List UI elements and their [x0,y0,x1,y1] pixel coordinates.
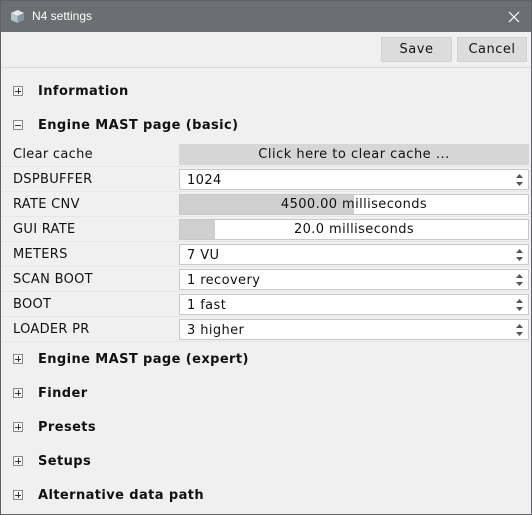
expand-icon[interactable] [13,490,23,500]
slider-value: 20.0 milliseconds [293,222,415,237]
setting-row-boot: BOOT 1 fast [1,292,531,317]
section-presets[interactable]: Presets [1,412,531,442]
boot-select[interactable]: 1 fast [179,294,529,315]
toolbar: Save Cancel [1,32,531,68]
setting-label: METERS [13,247,68,262]
setting-row-scan-boot: SCAN BOOT 1 recovery [1,267,531,292]
spinner-arrows-icon [516,249,523,261]
cube-icon [11,10,24,23]
meters-select[interactable]: 7 VU [179,244,529,265]
dspbuffer-select[interactable]: 1024 [179,169,529,190]
section-label: Engine MAST page (expert) [38,351,249,367]
spinner-arrows-icon [516,174,523,186]
expand-icon[interactable] [13,456,23,466]
setting-row-loader-pr: LOADER PR 3 higher [1,317,531,342]
setting-row-clear-cache: Clear cache Click here to clear cache ..… [1,142,531,167]
section-label: Engine MAST page (basic) [38,117,239,133]
spinner-arrows-icon [516,274,523,286]
section-label: Information [38,83,129,99]
select-value: 3 higher [187,323,245,338]
settings-window: N4 settings Save Cancel Information Engi… [0,0,532,515]
setting-label: SCAN BOOT [13,272,93,287]
select-value: 1 fast [187,298,227,313]
close-icon [508,11,520,22]
save-button[interactable]: Save [381,37,452,62]
title-bar[interactable]: N4 settings [1,1,531,32]
slider-value: 4500.00 milliseconds [280,197,428,212]
window-title: N4 settings [32,9,93,23]
cancel-button[interactable]: Cancel [457,37,527,62]
rate-cnv-slider[interactable]: 4500.00 milliseconds [179,194,529,215]
spinner-arrows-icon [516,324,523,336]
section-label: Alternative data path [38,487,205,503]
setting-label: DSPBUFFER [13,172,93,187]
scan-boot-select[interactable]: 1 recovery [179,269,529,290]
collapse-icon[interactable] [13,120,23,130]
section-information[interactable]: Information [1,76,531,106]
gui-rate-slider[interactable]: 20.0 milliseconds [179,219,529,240]
clear-cache-button[interactable]: Click here to clear cache ... [179,144,529,165]
setting-label: Clear cache [13,147,93,162]
expand-icon[interactable] [13,388,23,398]
setting-row-meters: METERS 7 VU [1,242,531,267]
section-setups[interactable]: Setups [1,446,531,476]
loader-pr-select[interactable]: 3 higher [179,319,529,340]
spinner-arrows-icon [516,299,523,311]
select-value: 7 VU [187,248,220,263]
section-engine-basic[interactable]: Engine MAST page (basic) [1,110,531,140]
section-engine-expert[interactable]: Engine MAST page (expert) [1,344,531,374]
close-button[interactable] [497,1,531,32]
section-alternative-data-path[interactable]: Alternative data path [1,480,531,510]
setting-row-rate-cnv: RATE CNV 4500.00 milliseconds [1,192,531,217]
section-label: Finder [38,385,88,401]
expand-icon[interactable] [13,354,23,364]
section-label: Setups [38,453,92,469]
setting-row-dspbuffer: DSPBUFFER 1024 [1,167,531,192]
select-value: 1024 [187,173,222,188]
setting-label: GUI RATE [13,222,76,237]
expand-icon[interactable] [13,86,23,96]
section-finder[interactable]: Finder [1,378,531,408]
setting-row-gui-rate: GUI RATE 20.0 milliseconds [1,217,531,242]
section-label: Presets [38,419,97,435]
setting-label: BOOT [13,297,52,312]
expand-icon[interactable] [13,422,23,432]
setting-label: LOADER PR [13,322,90,337]
select-value: 1 recovery [187,273,261,288]
setting-label: RATE CNV [13,197,80,212]
